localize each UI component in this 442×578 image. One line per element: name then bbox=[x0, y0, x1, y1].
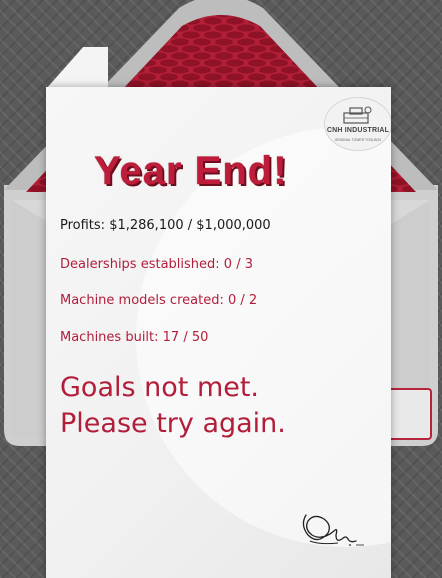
signature-icon bbox=[302, 514, 364, 546]
letter: CNH INDUSTRIAL ORIGINAL TOWER TOOLBOX Ye… bbox=[46, 87, 391, 578]
page-title: Year End! bbox=[94, 149, 288, 193]
logo-icon bbox=[343, 106, 372, 124]
profits-goal: Profits: $1,286,100 / $1,000,000 bbox=[60, 218, 271, 233]
dealerships-goal: Dealerships established: 0 / 3 bbox=[60, 257, 253, 272]
result-line-2: Please try again. bbox=[60, 408, 286, 439]
logo-tagline: ORIGINAL TOWER TOOLBOX bbox=[334, 138, 382, 142]
machines-built-goal: Machines built: 17 / 50 bbox=[60, 330, 209, 345]
result-line-1: Goals not met. bbox=[60, 372, 260, 403]
company-logo: CNH INDUSTRIAL ORIGINAL TOWER TOOLBOX bbox=[324, 97, 391, 151]
logo-name: CNH INDUSTRIAL bbox=[326, 127, 390, 134]
result-message: Goals not met. Please try again. bbox=[60, 370, 286, 442]
machine-models-goal: Machine models created: 0 / 2 bbox=[60, 293, 258, 308]
